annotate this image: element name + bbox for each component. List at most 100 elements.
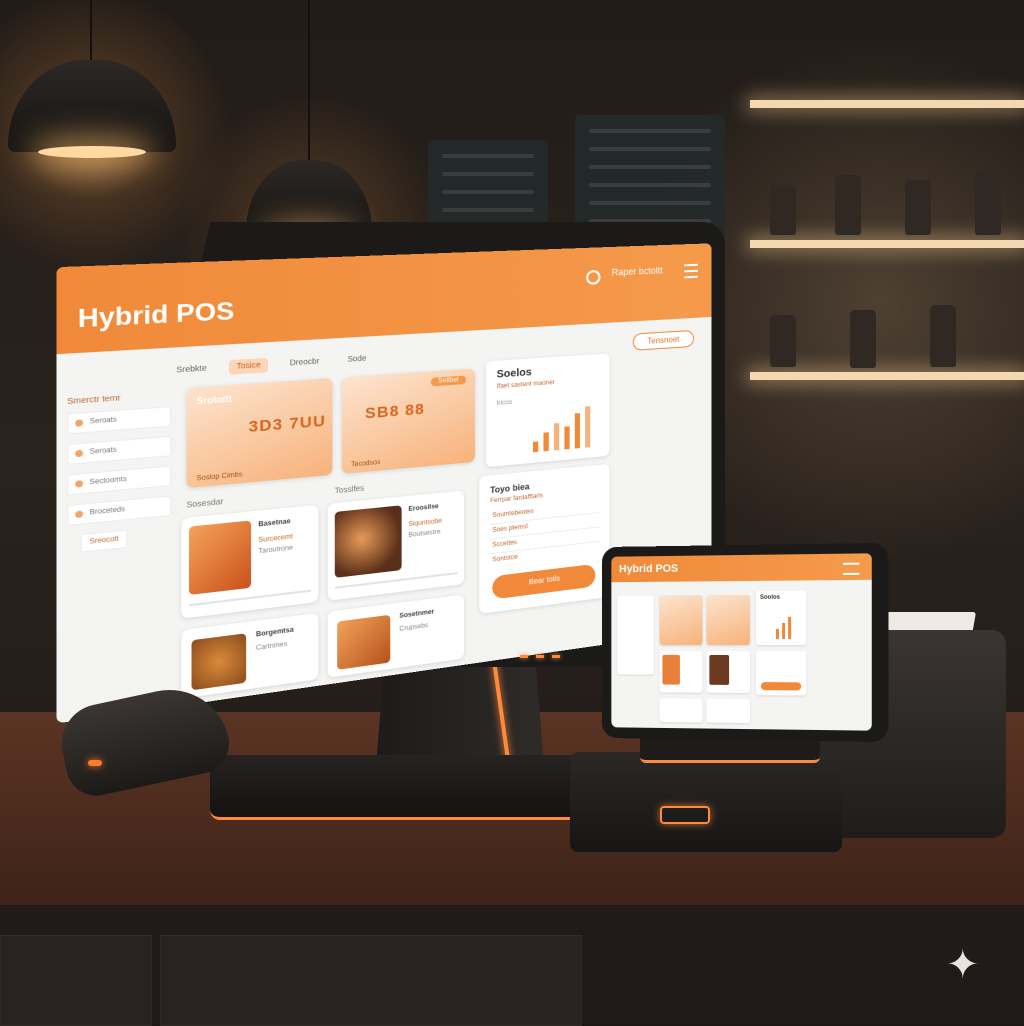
sidebar-heading: Smerctr temr (67, 391, 171, 406)
menu-icon[interactable] (684, 264, 698, 279)
promo-footer: Soslop Cimbs (197, 472, 243, 483)
shelf-jar (770, 185, 796, 235)
sidebar-item[interactable]: Sectoomts (67, 465, 171, 495)
header-link[interactable]: Raper bctoltt (612, 265, 663, 277)
food-card[interactable]: Basetnae Surcecemt Taroutrone (181, 505, 318, 619)
chart-bar (788, 617, 791, 639)
section-heading: Tosslfes (335, 485, 364, 495)
shelf-jar (850, 310, 876, 368)
chart-bar (575, 413, 580, 449)
tablet-sidebar (617, 596, 654, 675)
order-subtitle: Ferrpar fardafftarls (490, 493, 543, 505)
chart-bar (776, 629, 779, 639)
chart-bar (533, 441, 538, 452)
cabinet-door (0, 935, 152, 1026)
header-pill-button[interactable]: Tensnoet (632, 330, 694, 351)
shelf-light (750, 372, 1024, 380)
tab-2[interactable]: Tosice (229, 358, 268, 375)
food-image (335, 505, 402, 578)
tablet-food-card[interactable] (659, 698, 702, 722)
order-button[interactable]: Bear totls (492, 564, 595, 600)
cash-drawer (570, 752, 842, 852)
secondary-pos-tablet: Hybrid POS Soolos (602, 543, 889, 742)
tablet-stats-heading: Soolos (760, 595, 780, 601)
lamp-cord (308, 0, 310, 160)
chart-bar (564, 426, 569, 449)
shelf-light (750, 100, 1024, 108)
sidebar-button[interactable]: Sreocott (80, 529, 127, 552)
food-title: Eroosilse (408, 504, 438, 514)
order-row: Sontstoe (492, 554, 517, 563)
sidebar-item[interactable]: Seroats (67, 436, 171, 465)
food-image (337, 615, 390, 670)
menu-icon[interactable] (843, 563, 859, 575)
sidebar: Smerctr temr Seroats Seroats Sectoomts B… (67, 391, 171, 554)
tablet-order-card (756, 651, 806, 695)
section-heading: Sosesdar (186, 498, 223, 509)
sparkle-icon: ✦ (946, 945, 986, 985)
tablet-header: Hybrid POS (611, 553, 871, 582)
food-image (192, 633, 247, 690)
order-row: Soumtebeotes (492, 509, 533, 520)
shelf-jar (770, 315, 796, 367)
status-leds (520, 655, 560, 658)
food-line: Crupsebs (399, 623, 428, 633)
tablet-order-button[interactable] (761, 682, 801, 690)
food-line: Siquntsobe (408, 518, 442, 528)
food-title: Sosetnmer (399, 609, 434, 620)
promo-graphic: 3D3 7UU (249, 412, 327, 436)
shelf-jar (835, 175, 861, 235)
tablet-food-card[interactable] (659, 651, 702, 693)
order-row: Sccettes (492, 540, 517, 549)
food-card[interactable]: Sosetnmer Crupsebs (328, 595, 464, 678)
app-header: Hybrid POS Raper bctoltt (56, 243, 711, 354)
order-row: Soes ptemst (492, 524, 528, 534)
food-line: Surcecemt (258, 534, 293, 544)
food-line: Taroutrone (258, 545, 293, 555)
food-title: Basetnae (258, 519, 290, 529)
chart-bar (543, 432, 548, 451)
promo-footer: Tecodsos (351, 460, 380, 469)
promo-chip[interactable]: Setlbel (430, 375, 466, 386)
tab-4[interactable]: Sode (340, 351, 373, 367)
chart-bar (585, 406, 590, 448)
order-heading: Toyo biea (490, 482, 529, 495)
food-title: Borgemtsa (256, 627, 294, 639)
sales-bar-chart (529, 399, 610, 452)
food-image (189, 520, 251, 595)
food-image (709, 655, 729, 685)
tablet-stats-card: Soolos (756, 591, 806, 646)
promo-card[interactable]: Setlbel SB8 88 Tecodsos (342, 369, 475, 474)
food-image (662, 655, 680, 685)
cabinet-door (160, 935, 582, 1026)
monitor-base (210, 755, 580, 820)
tablet-promo-card[interactable] (659, 595, 702, 645)
shelf-light (750, 240, 1024, 248)
scanner-led (88, 760, 102, 766)
order-card: Toyo biea Ferrpar fardafftarls Soumtebeo… (479, 464, 609, 614)
food-line: Boutsestre (408, 529, 440, 539)
sidebar-item[interactable]: Seroats (67, 406, 171, 435)
app-title: Hybrid POS (78, 297, 234, 335)
stats-heading: Soelos (497, 367, 532, 381)
tablet-food-card[interactable] (706, 699, 750, 723)
drawer-handle[interactable] (660, 806, 710, 824)
chart-bar (782, 623, 785, 639)
chart-bar (554, 423, 559, 450)
tab-1[interactable]: Srebkte (169, 361, 214, 379)
tab-3[interactable]: Dreocbr (283, 354, 327, 371)
stats-subtitle: Ifaet sastent maoner (497, 380, 555, 390)
food-card[interactable]: Borgemtsa Cartnmes (181, 613, 318, 699)
food-line: Cartnmes (256, 641, 287, 652)
promo-title: Srotoitt (197, 394, 232, 407)
tablet-app-title: Hybrid POS (619, 563, 678, 575)
tablet-promo-card[interactable] (706, 595, 750, 645)
promo-card[interactable]: Srotoitt 3D3 7UU Soslop Cimbs (186, 378, 332, 488)
sidebar-item[interactable]: Broceteds (67, 495, 171, 526)
shelf-jar (930, 305, 956, 367)
promo-graphic: SB8 88 (365, 400, 425, 422)
tablet-food-card[interactable] (706, 651, 750, 693)
search-icon[interactable] (586, 270, 600, 285)
tablet-screen: Hybrid POS Soolos (611, 553, 871, 730)
food-card[interactable]: Eroosilse Siquntsobe Boutsestre (328, 490, 464, 600)
